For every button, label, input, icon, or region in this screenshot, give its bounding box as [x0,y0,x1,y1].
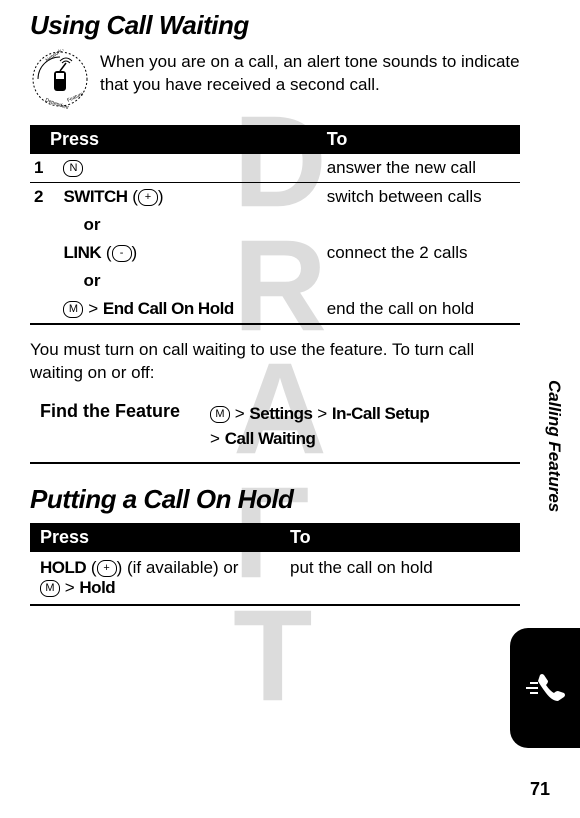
call-key-icon: N [63,160,83,177]
or-text: or [53,267,316,295]
svg-text:Feature: Feature [66,91,84,104]
table-row: 1 N answer the new call [30,154,520,183]
find-feature-path: M > Settings > In-Call Setup > Call Wait… [210,401,429,452]
table-row: or [30,267,520,295]
table-row: or [30,211,520,239]
table-row: HOLD (+) (if available) or M > Hold put … [30,552,520,605]
row2-end-action: end the call on hold [317,295,520,324]
phone-tab-icon [510,628,580,748]
left-softkey-icon: - [112,245,132,262]
table2-header-to: To [280,523,520,552]
switch-label: SWITCH [63,187,127,206]
row-number: 1 [30,154,53,183]
row-number: 2 [30,183,53,212]
menu-key-icon: M [40,580,60,597]
call-waiting-table: Press To 1 N answer the new call 2 SWITC… [30,125,520,325]
row1-press: N [53,154,316,183]
row2-end-press: M > End Call On Hold [53,295,316,324]
table-row: LINK (-) connect the 2 calls [30,239,520,267]
row2-link-press: LINK (-) [53,239,316,267]
menu-key-icon: M [63,301,83,318]
network-feature-icon: Network / Subscription Dependent Feature [30,49,90,109]
row2-switch-press: SWITCH (+) [53,183,316,212]
intro-text: When you are on a call, an alert tone so… [100,49,520,97]
hold-press: HOLD (+) (if available) or M > Hold [30,552,280,605]
row1-action: answer the new call [317,154,520,183]
hold-label: HOLD [40,558,86,577]
right-softkey-icon: + [97,560,117,577]
intro-row: Network / Subscription Dependent Feature… [30,49,520,109]
section2-title: Putting a Call On Hold [30,484,520,515]
table1-header-press: Press [30,125,317,154]
hold-action: put the call on hold [280,552,520,605]
table1-header-to: To [317,125,520,154]
find-feature-row: Find the Feature M > Settings > In-Call … [30,397,520,464]
paragraph-turn-on: You must turn on call waiting to use the… [30,339,520,385]
hold-path: Hold [79,578,115,597]
table2-header-press: Press [30,523,280,552]
table-row: M > End Call On Hold end the call on hol… [30,295,520,324]
row2-link-action: connect the 2 calls [317,239,520,267]
row2-switch-action: switch between calls [317,183,520,212]
menu-key-icon: M [210,406,230,423]
page-number: 71 [530,779,550,800]
or-text: or [53,211,316,239]
right-softkey-icon: + [138,189,158,206]
hold-table: Press To HOLD (+) (if available) or M > … [30,523,520,606]
section1-title: Using Call Waiting [30,10,520,41]
link-label: LINK [63,243,101,262]
end-call-label: End Call On Hold [103,299,234,318]
page-content: Using Call Waiting Network / Subscriptio… [0,0,580,622]
find-feature-label: Find the Feature [30,401,180,452]
table-row: 2 SWITCH (+) switch between calls [30,183,520,212]
side-section-label: Calling Features [544,380,564,512]
